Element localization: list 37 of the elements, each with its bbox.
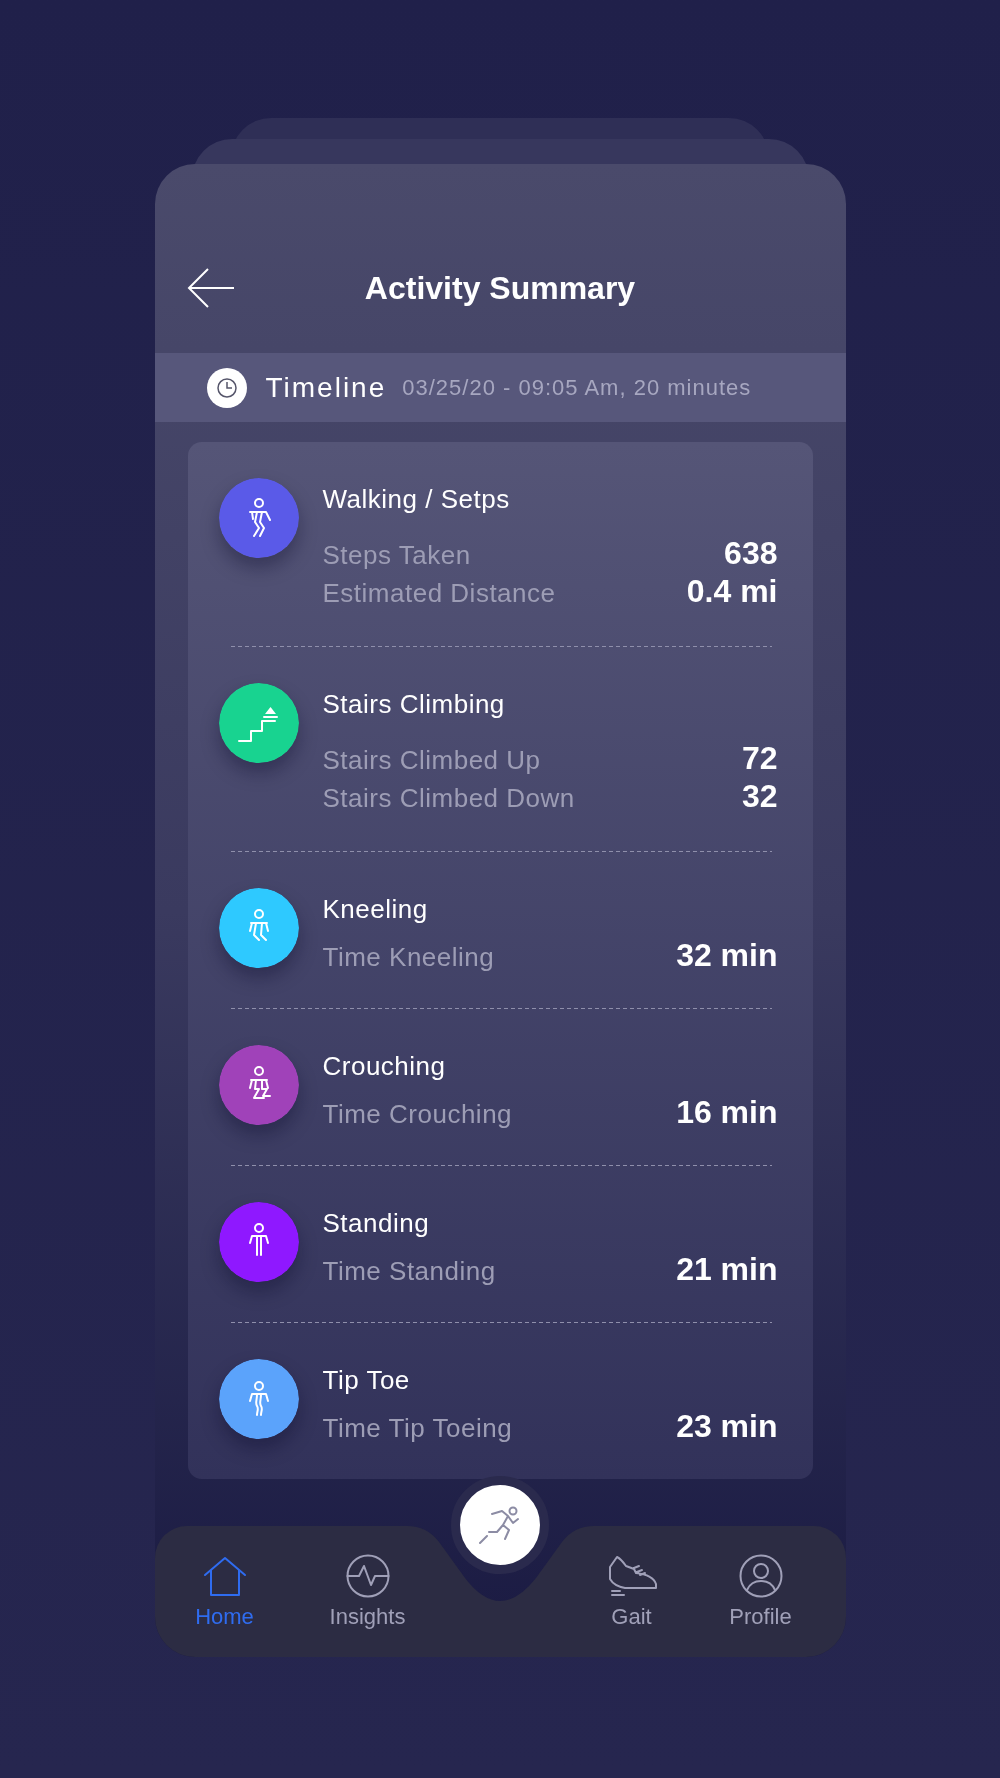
page-title: Activity Summary — [364, 269, 636, 308]
metric-value: 0.4 mi — [686, 572, 778, 610]
metric-label: Stairs Climbed Down — [322, 782, 575, 815]
metric-value: 23 min — [676, 1407, 778, 1445]
nav-tab[interactable]: Gait — [575, 1526, 688, 1630]
activity-title: Kneeling — [322, 894, 429, 924]
home-icon — [202, 1554, 247, 1598]
metric-label: Time Standing — [322, 1255, 496, 1288]
center-action-button[interactable] — [451, 1476, 549, 1574]
activity-title: Tip Toe — [322, 1365, 411, 1395]
clock-icon — [206, 367, 247, 408]
metric-value: 72 — [741, 739, 778, 777]
metric-label: Time Kneeling — [322, 941, 495, 974]
activity-title: Walking / Setps — [322, 484, 511, 514]
timeline-detail: 03/25/20 - 09:05 Am, 20 minutes — [402, 374, 752, 402]
nav-tab[interactable]: Insights — [311, 1526, 424, 1630]
activity-title: Stairs Climbing — [322, 689, 506, 719]
back-arrow-icon — [186, 268, 235, 308]
metric-value: 638 — [724, 534, 778, 572]
metric-value: 16 min — [676, 1093, 778, 1131]
user-icon — [738, 1554, 783, 1598]
pulse-circle-icon — [345, 1554, 390, 1598]
activity-title: Standing — [322, 1208, 431, 1238]
nav-tab[interactable]: Profile — [704, 1526, 817, 1630]
metric-label: Steps Taken — [322, 539, 471, 572]
metric-label: Stairs Climbed Up — [322, 744, 541, 777]
metric-label: Time Crouching — [322, 1098, 513, 1131]
nav-tab[interactable]: Home — [168, 1526, 281, 1630]
back-button[interactable] — [186, 268, 235, 308]
metric-value: 32 — [741, 777, 778, 815]
metric-label: Estimated Distance — [322, 577, 556, 610]
metric-label: Time Tip Toeing — [322, 1412, 513, 1445]
running-figure-icon — [478, 1505, 522, 1545]
metric-value: 32 min — [676, 936, 778, 974]
timeline-label: Timeline — [265, 370, 387, 405]
metric-value: 21 min — [676, 1250, 778, 1288]
activity-title: Crouching — [322, 1051, 447, 1081]
